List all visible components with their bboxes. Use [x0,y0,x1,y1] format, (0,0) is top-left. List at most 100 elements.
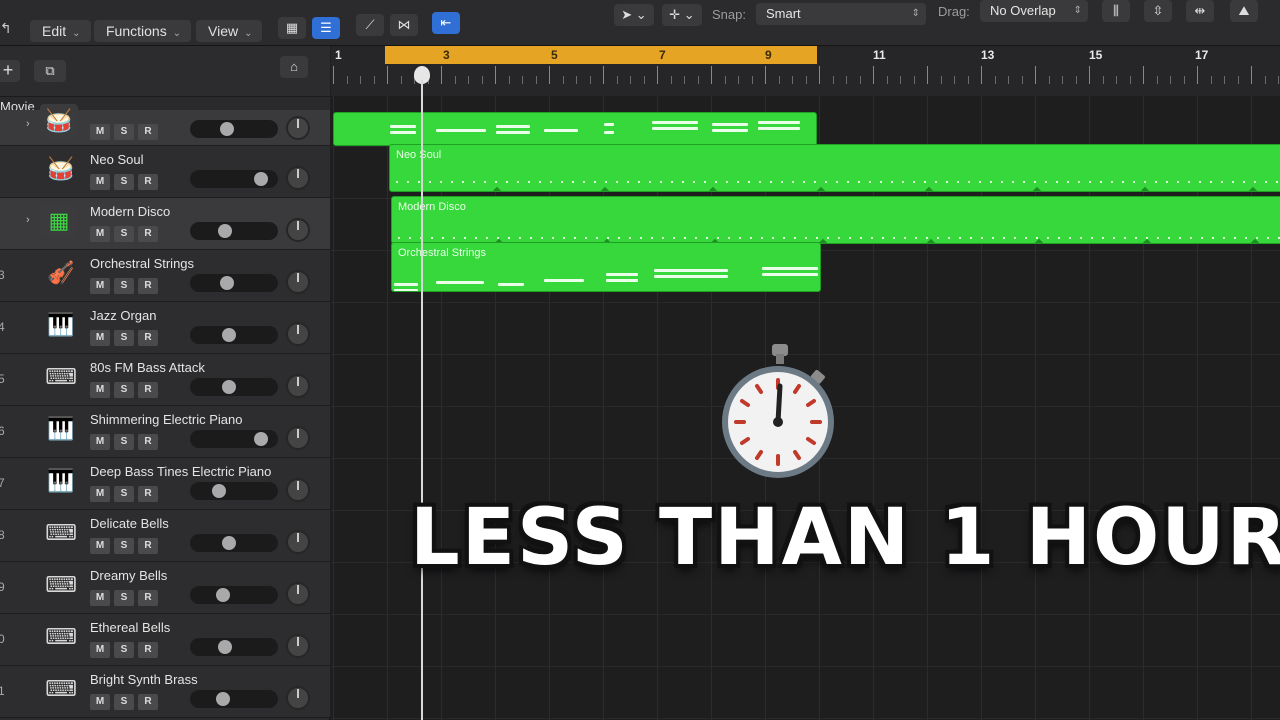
disclosure-chevron-icon[interactable]: › [26,118,30,130]
volume-fader[interactable] [190,378,278,396]
record-button[interactable]: R [138,124,158,140]
solo-button[interactable]: S [114,124,134,140]
solo-button[interactable]: S [114,642,134,658]
mute-button[interactable]: M [90,538,110,554]
volume-fader[interactable] [190,326,278,344]
solo-button[interactable]: S [114,330,134,346]
fader-knob[interactable] [254,172,268,186]
edit-menu[interactable]: Edit ⌄ [30,20,91,42]
duplicate-track-button[interactable]: ⧉ [34,60,66,82]
mute-button[interactable]: M [90,590,110,606]
solo-button[interactable]: S [114,486,134,502]
functions-menu[interactable]: Functions ⌄ [94,20,192,42]
region[interactable]: Orchestral Strings [391,242,821,292]
grid-view-button[interactable]: ▦ [278,17,306,39]
add-track-button[interactable]: + [0,60,20,82]
waveform-zoom-button[interactable]: ⫼ [1102,0,1130,22]
mute-button[interactable]: M [90,694,110,710]
record-button[interactable]: R [138,226,158,242]
record-button[interactable]: R [138,382,158,398]
pan-knob[interactable] [286,426,310,450]
solo-button[interactable]: S [114,538,134,554]
volume-fader[interactable] [190,274,278,292]
solo-button[interactable]: S [114,278,134,294]
pan-knob[interactable] [286,218,310,242]
solo-button[interactable]: S [114,174,134,190]
record-button[interactable]: R [138,642,158,658]
solo-button[interactable]: S [114,382,134,398]
volume-fader[interactable] [190,430,278,448]
playhead-line[interactable] [421,80,423,720]
track-row[interactable]: 5 ⌨ 80s FM Bass Attack MSR [0,354,330,406]
zoom-slider-button[interactable]: ⛰ [1230,0,1258,22]
volume-fader[interactable] [190,170,278,188]
mute-button[interactable]: M [90,124,110,140]
volume-fader[interactable] [190,534,278,552]
mute-button[interactable]: M [90,434,110,450]
pointer-tool-button[interactable]: ➤ ⌄ [614,4,654,26]
fader-knob[interactable] [216,588,230,602]
pan-knob[interactable] [286,634,310,658]
track-row[interactable]: 0 ⌨ Ethereal Bells MSR [0,614,330,666]
secondary-tool-button[interactable]: ✛ ⌄ [662,4,702,26]
region[interactable]: Neo Soul [389,144,1280,192]
solo-button[interactable]: S [114,226,134,242]
volume-fader[interactable] [190,482,278,500]
disclosure-chevron-icon[interactable]: › [26,214,30,226]
record-button[interactable]: R [138,174,158,190]
solo-button[interactable]: S [114,434,134,450]
flex-button[interactable]: ⋈ [390,14,418,36]
track-options-button[interactable]: ⌂ [280,56,308,78]
fader-knob[interactable] [212,484,226,498]
region[interactable] [333,112,817,146]
volume-fader[interactable] [190,120,278,138]
view-menu[interactable]: View ⌄ [196,20,263,42]
record-button[interactable]: R [138,694,158,710]
track-row[interactable]: 6 🎹 Shimmering Electric Piano MSR [0,406,330,458]
pan-knob[interactable] [286,270,310,294]
fader-knob[interactable] [218,640,232,654]
track-row[interactable]: 7 🎹 Deep Bass Tines Electric Piano MSR [0,458,330,510]
pan-knob[interactable] [286,582,310,606]
track-row[interactable]: › 🥁 MSR [0,104,330,146]
horizontal-zoom-button[interactable]: ⇹ [1186,0,1214,22]
volume-fader[interactable] [190,222,278,240]
fader-knob[interactable] [220,276,234,290]
fader-knob[interactable] [222,380,236,394]
bar-ruler[interactable]: 1 3 5 7 9 11 13 15 17 [331,46,1280,96]
track-row[interactable]: 1 ⌨ Bright Synth Brass MSR [0,666,330,718]
volume-fader[interactable] [190,586,278,604]
track-row[interactable]: 🥁 Neo Soul MSR [0,146,330,198]
mute-button[interactable]: M [90,382,110,398]
track-row[interactable]: › ▦ Modern Disco MSR [0,198,330,250]
region[interactable]: Modern Disco [391,196,1280,244]
snap-select[interactable]: Smart ⇕ [756,3,926,25]
drag-select[interactable]: No Overlap ⇕ [980,0,1088,22]
track-row[interactable]: 4 🎹 Jazz Organ MSR [0,302,330,354]
track-row[interactable]: 8 ⌨ Delicate Bells MSR [0,510,330,562]
fader-knob[interactable] [222,536,236,550]
vertical-zoom-button[interactable]: ⇳ [1144,0,1172,22]
mute-button[interactable]: M [90,486,110,502]
list-view-button[interactable]: ☰ [312,17,340,39]
volume-fader[interactable] [190,690,278,708]
automation-button[interactable]: ⟋ [356,14,384,36]
pan-knob[interactable] [286,322,310,346]
record-button[interactable]: R [138,434,158,450]
pan-knob[interactable] [286,166,310,190]
fader-knob[interactable] [218,224,232,238]
mute-button[interactable]: M [90,642,110,658]
volume-fader[interactable] [190,638,278,656]
track-row[interactable]: 9 ⌨ Dreamy Bells MSR [0,562,330,614]
track-row[interactable]: 3 🎻 Orchestral Strings MSR [0,250,330,302]
record-button[interactable]: R [138,590,158,606]
pan-knob[interactable] [286,116,310,140]
mute-button[interactable]: M [90,226,110,242]
record-button[interactable]: R [138,330,158,346]
catch-playhead-button[interactable]: ⇤ [432,12,460,34]
fader-knob[interactable] [222,328,236,342]
record-button[interactable]: R [138,538,158,554]
fader-knob[interactable] [216,692,230,706]
solo-button[interactable]: S [114,590,134,606]
mute-button[interactable]: M [90,330,110,346]
